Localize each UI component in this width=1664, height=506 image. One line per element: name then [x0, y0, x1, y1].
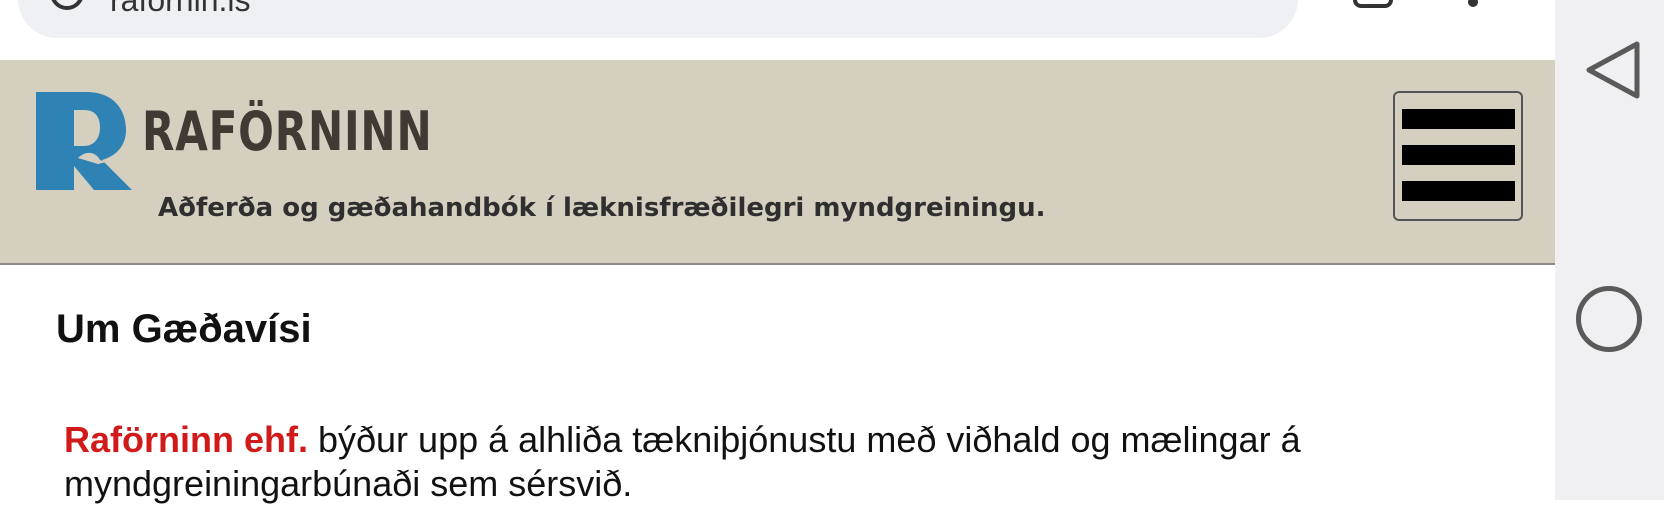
hamburger-menu-button[interactable] [1393, 91, 1523, 221]
system-nav-bar [1555, 0, 1664, 500]
site-header: RAFÖRNINN Aðferða og gæðahandbók í lækni… [0, 60, 1555, 265]
browser-menu-icon[interactable] [1468, 0, 1478, 7]
site-tagline: Aðferða og gæðahandbók í læknisfræðilegr… [158, 193, 1046, 223]
home-circle-icon[interactable] [1576, 286, 1642, 352]
main-content: Um Gæðavísi Raförninn ehf. býður upp á a… [0, 265, 1555, 504]
menu-bar-icon [1402, 109, 1515, 129]
raforninn-logo[interactable] [34, 90, 144, 200]
brand-name: RAFÖRNINN [142, 100, 433, 163]
intro-paragraph: Raförninn ehf. býður upp á alhliða tækni… [64, 418, 1464, 506]
company-name: Raförninn ehf. [64, 419, 308, 460]
menu-bar-icon [1402, 145, 1515, 165]
address-bar-url[interactable]: rafornin.is [110, 0, 251, 19]
tabs-icon[interactable] [1353, 0, 1393, 8]
browser-chrome: rafornin.is [0, 0, 1555, 60]
back-triangle-icon[interactable] [1583, 38, 1643, 102]
page-title: Um Gæðavísi [56, 307, 312, 351]
menu-bar-icon [1402, 181, 1515, 201]
